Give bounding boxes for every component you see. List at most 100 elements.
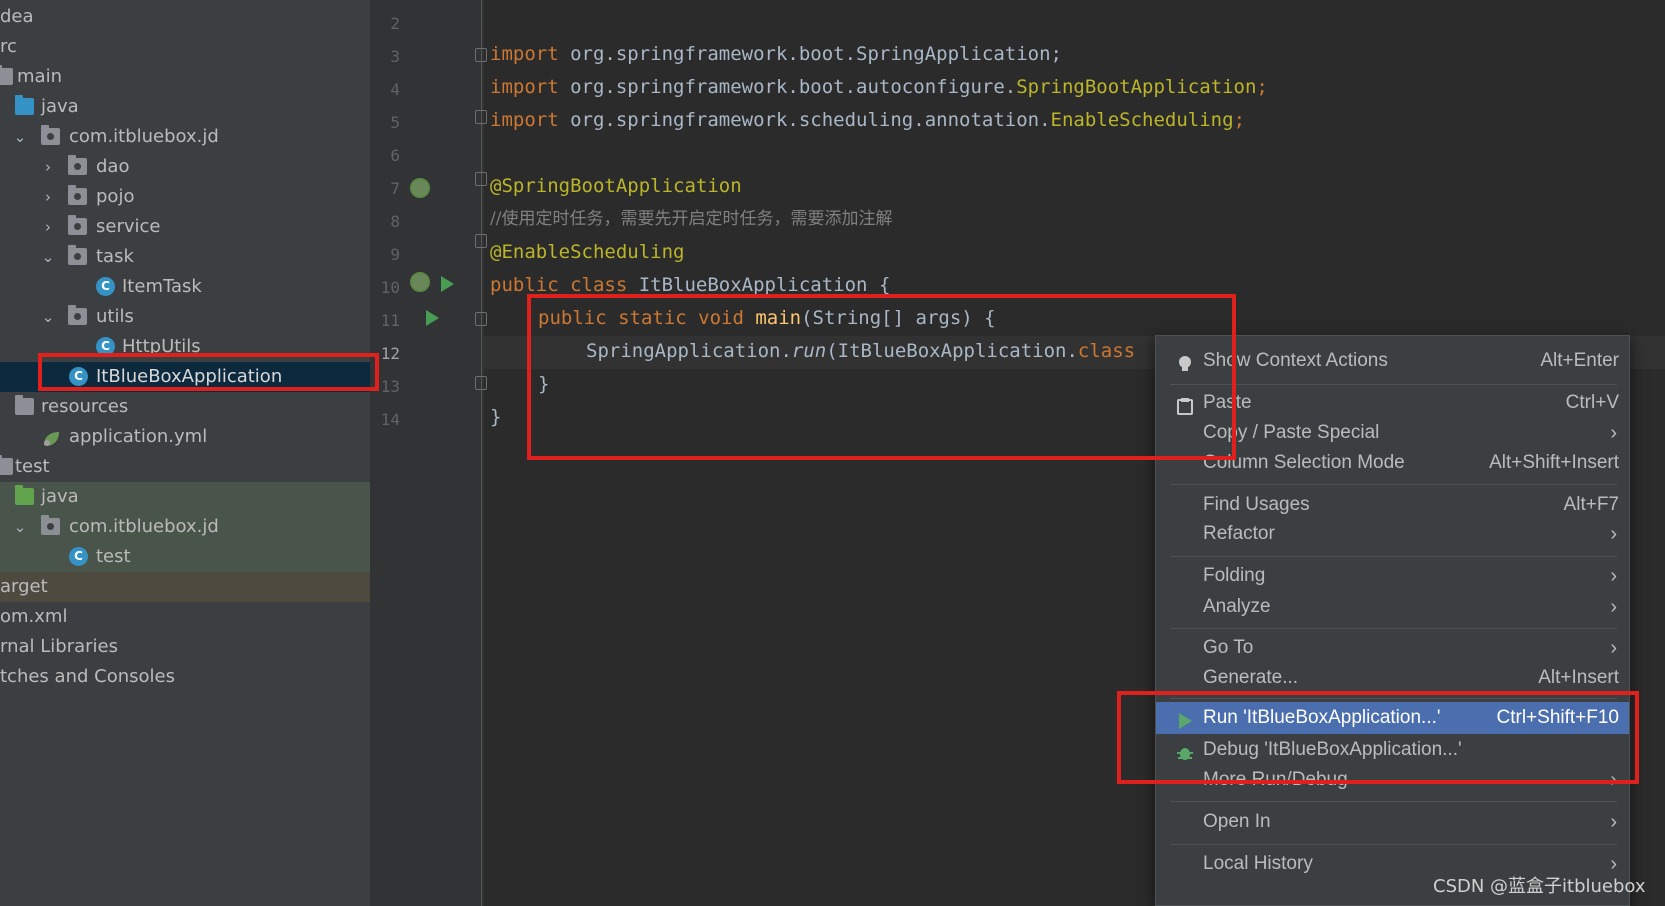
code-token: SpringBootApplication (1016, 76, 1257, 98)
code-token: org.springframework.boot.SpringApplicati… (558, 43, 1062, 65)
class-icon: C (96, 277, 115, 296)
tree-item-label: pojo (96, 186, 135, 207)
menu-item-label: Refactor (1203, 523, 1275, 544)
tree-item-test-package[interactable]: ⌄ com.itbluebox.jd (0, 512, 370, 542)
menu-item-shortcut: Alt+Insert (1538, 667, 1619, 688)
fold-marker-icon[interactable] (475, 376, 487, 390)
spring-bean-gutter-icon[interactable] (410, 272, 430, 292)
annotation-box-main-method (527, 294, 1236, 460)
tree-item-label: rnal Libraries (0, 636, 118, 657)
tree-item-src[interactable]: rc (0, 32, 370, 62)
run-gutter-icon[interactable] (441, 276, 454, 292)
code-token: import (490, 43, 559, 65)
code-token: } (490, 406, 502, 428)
code-token: org.springframework.scheduling.annotatio… (558, 109, 1051, 131)
gutter-separator (481, 0, 482, 906)
tree-item-label: dea (0, 6, 34, 27)
menu-separator (1170, 801, 1617, 802)
fold-marker-icon[interactable] (475, 312, 487, 326)
chevron-down-icon[interactable]: ⌄ (40, 242, 56, 272)
run-gutter-icon[interactable] (426, 310, 439, 326)
line-number: 9 (390, 245, 400, 264)
spring-leaf-icon (41, 428, 61, 446)
test-folder-icon (15, 485, 34, 505)
menu-separator (1170, 484, 1617, 485)
code-token: org.springframework.boot.autoconfigure. (558, 76, 1017, 98)
chevron-down-icon[interactable]: ⌄ (40, 302, 56, 332)
tree-item-idea[interactable]: dea (0, 2, 370, 32)
menu-item-analyze[interactable]: Analyze › (1156, 591, 1629, 623)
tree-item-service[interactable]: › service (0, 212, 370, 242)
package-icon (41, 125, 60, 145)
tree-item-label: test (96, 546, 131, 567)
chevron-right-icon[interactable]: › (40, 182, 56, 212)
fold-marker-icon[interactable] (475, 172, 487, 186)
annotation-box-tree-selection (38, 353, 379, 391)
tree-item-main[interactable]: main (0, 62, 370, 92)
spring-bean-gutter-icon[interactable] (410, 178, 430, 198)
line-number: 2 (390, 14, 400, 33)
code-comment: //使用定时任务，需要先开启定时任务，需要添加注解 (490, 209, 893, 229)
menu-item-find-usages[interactable]: Find Usages Alt+F7 (1156, 489, 1629, 521)
menu-item-shortcut: Alt+Shift+Insert (1489, 452, 1619, 473)
line-number: 10 (380, 278, 400, 297)
menu-item-open-in[interactable]: Open In › (1156, 806, 1629, 838)
code-token: EnableScheduling (1050, 109, 1234, 131)
chevron-right-icon: › (1610, 422, 1617, 444)
menu-item-refactor[interactable]: Refactor › (1156, 518, 1629, 550)
tree-item-scratches[interactable]: tches and Consoles (0, 662, 370, 692)
folder-icon (0, 65, 13, 85)
line-number: 14 (380, 410, 400, 429)
menu-item-folding[interactable]: Folding › (1156, 560, 1629, 592)
tree-item-test-java[interactable]: java (0, 482, 370, 512)
code-token: public class (490, 274, 628, 296)
tree-item-utils[interactable]: ⌄ utils (0, 302, 370, 332)
tree-item-itemtask[interactable]: C ItemTask (0, 272, 370, 302)
menu-item-label: Go To (1203, 637, 1254, 658)
tree-item-task[interactable]: ⌄ task (0, 242, 370, 272)
line-number: 4 (390, 80, 400, 99)
resources-folder-icon (15, 395, 34, 415)
menu-item-label: Local History (1203, 853, 1313, 874)
tree-item-pom[interactable]: om.xml (0, 602, 370, 632)
line-number: 7 (390, 179, 400, 198)
code-token: import (490, 109, 559, 131)
tree-item-target[interactable]: arget (0, 572, 370, 602)
menu-separator (1170, 628, 1617, 629)
fold-marker-icon[interactable] (475, 48, 487, 62)
package-icon (41, 515, 60, 535)
code-token: import (490, 76, 559, 98)
menu-item-label: Open In (1203, 811, 1271, 832)
chevron-right-icon[interactable]: › (40, 152, 56, 182)
tree-item-test-class[interactable]: C test (0, 542, 370, 572)
package-icon (68, 155, 87, 175)
tree-item-label: arget (0, 576, 48, 597)
tree-item-pojo[interactable]: › pojo (0, 182, 370, 212)
chevron-down-icon[interactable]: ⌄ (12, 122, 28, 152)
tree-item-dao[interactable]: › dao (0, 152, 370, 182)
tree-item-external-libraries[interactable]: rnal Libraries (0, 632, 370, 662)
package-icon (68, 245, 87, 265)
class-icon: C (69, 547, 88, 566)
chevron-right-icon[interactable]: › (40, 212, 56, 242)
menu-separator (1170, 844, 1617, 845)
tree-item-resources[interactable]: resources (0, 392, 370, 422)
chevron-down-icon[interactable]: ⌄ (12, 512, 28, 542)
fold-marker-icon[interactable] (475, 110, 487, 124)
menu-item-shortcut: Alt+Enter (1540, 350, 1619, 371)
tree-item-label: task (96, 246, 134, 267)
tree-item-java[interactable]: java (0, 92, 370, 122)
menu-item-shortcut: Ctrl+V (1565, 392, 1619, 413)
tree-item-label: utils (96, 306, 134, 327)
source-folder-icon (15, 95, 34, 115)
fold-marker-icon[interactable] (475, 234, 487, 248)
menu-item-generate[interactable]: Generate... Alt+Insert (1156, 662, 1629, 694)
tree-item-test-root[interactable]: test (0, 452, 370, 482)
tree-item-package-main[interactable]: ⌄ com.itbluebox.jd (0, 122, 370, 152)
tree-item-label: dao (96, 156, 130, 177)
line-number: 5 (390, 113, 400, 132)
code-token: ; (1233, 109, 1246, 131)
tree-item-application-yml[interactable]: application.yml (0, 422, 370, 452)
code-token: ItBlueBoxApplication { (627, 274, 891, 296)
menu-item-go-to[interactable]: Go To › (1156, 632, 1629, 664)
